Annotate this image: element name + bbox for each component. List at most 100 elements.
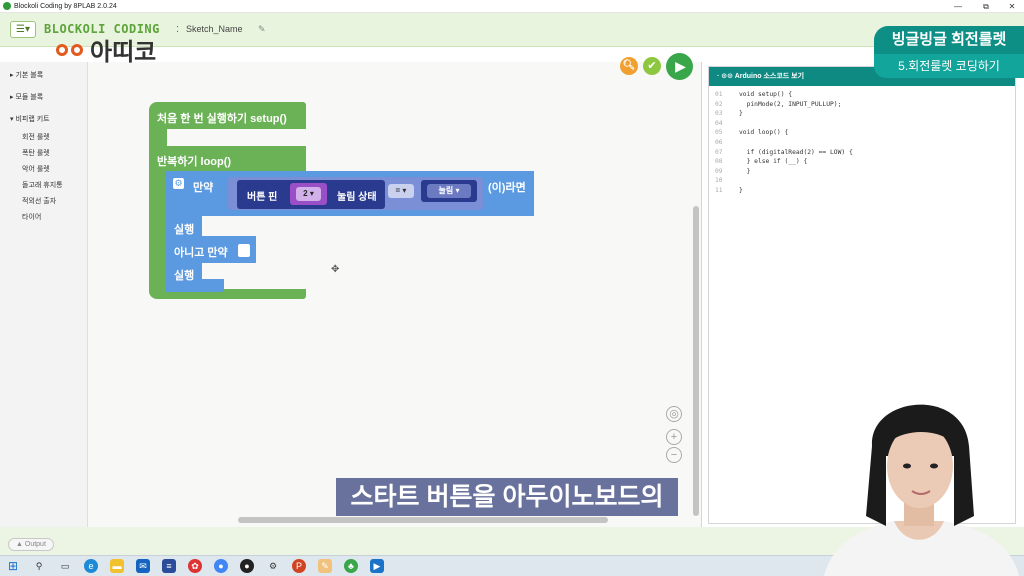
zoom-in-button[interactable]: + bbox=[666, 429, 682, 445]
presenter-webcam bbox=[824, 404, 1019, 576]
lesson-title: 빙글빙글 회전룰렛 bbox=[874, 26, 1024, 54]
sidebar-group-module[interactable]: ▸ 모듈 블록 bbox=[10, 92, 43, 102]
workspace-horizontal-scrollbar[interactable] bbox=[238, 517, 608, 523]
sidebar-item-crocodile-roulette[interactable]: 악어 룰렛 bbox=[22, 164, 50, 174]
sidebar-group-label: 모듈 블록 bbox=[15, 94, 44, 101]
plus-icon: + bbox=[670, 431, 678, 443]
sidebar-group-label: 기본 블록 bbox=[15, 72, 44, 79]
move-cursor-icon: ✥ bbox=[331, 264, 340, 275]
search-code-button[interactable]: 🔍︎ bbox=[620, 57, 638, 75]
settings-icon[interactable]: ⚙ bbox=[266, 559, 280, 573]
search-icon: 🔍︎ bbox=[622, 60, 636, 71]
button-pin-label: 버튼 핀 bbox=[247, 192, 278, 203]
operator-dropdown[interactable]: = ▾ bbox=[388, 184, 414, 198]
sidebar-group-kit[interactable]: ▾ 비피랩 키트 bbox=[10, 114, 50, 124]
upload-button[interactable]: ▶ bbox=[666, 53, 693, 80]
else-if-input-slot[interactable] bbox=[238, 244, 250, 257]
code-text: } else if (__) { bbox=[739, 158, 808, 166]
watermark-text: 아띠코 bbox=[90, 37, 157, 66]
setup-block-label: 처음 한 번 실행하기 setup() bbox=[157, 113, 287, 125]
file-explorer-icon[interactable]: ▬ bbox=[110, 559, 124, 573]
code-line: 03} bbox=[715, 110, 743, 117]
line-number: 06 bbox=[715, 139, 723, 146]
code-line: 05 void loop() { bbox=[715, 129, 788, 136]
sidebar-item-dolphin-trashcan[interactable]: 돌고래 휴지통 bbox=[22, 180, 63, 190]
zoom-out-button[interactable]: − bbox=[666, 447, 682, 463]
code-panel-title: Arduino 소스코드 보기 bbox=[734, 73, 805, 80]
mail-icon[interactable]: ✉ bbox=[136, 559, 150, 573]
channel-watermark: 아띠코 bbox=[56, 34, 157, 66]
code-text: if (digitalRead(2) == LOW) { bbox=[739, 148, 853, 156]
code-text: void loop() { bbox=[739, 129, 789, 137]
workspace-vertical-scrollbar[interactable] bbox=[693, 206, 699, 516]
code-line: 06 bbox=[715, 139, 739, 146]
lesson-subtitle: 5.회전룰렛 코딩하기 bbox=[874, 54, 1024, 78]
app-icon[interactable]: ● bbox=[240, 559, 254, 573]
windows-start-icon[interactable]: ⊞ bbox=[6, 559, 20, 573]
block-category-sidebar: ▸ 기본 블록 ▸ 모듈 블록 ▾ 비피랩 키트 회전 룰렛 폭탄 룰렛 악어 … bbox=[0, 62, 88, 527]
sidebar-group-basic[interactable]: ▸ 기본 블록 bbox=[10, 70, 43, 80]
powerpoint-icon[interactable]: P bbox=[292, 559, 306, 573]
code-line: 04 bbox=[715, 120, 739, 127]
code-line: 08 } else if (__) { bbox=[715, 158, 807, 165]
line-number: 08 bbox=[715, 158, 723, 166]
minimize-button[interactable]: — bbox=[944, 0, 972, 13]
app-icon[interactable]: ✿ bbox=[188, 559, 202, 573]
pin-dropdown[interactable]: 2 ▾ bbox=[296, 187, 321, 201]
edge-icon[interactable]: e bbox=[84, 559, 98, 573]
button-state-block[interactable]: 버튼 핀 2 ▾ 눌림 상태 bbox=[237, 180, 385, 209]
target-icon: ◎ bbox=[669, 408, 679, 420]
restore-button[interactable]: ⧉ bbox=[972, 0, 1000, 13]
close-button[interactable]: ✕ bbox=[998, 0, 1024, 13]
line-number: 10 bbox=[715, 177, 723, 185]
line-number: 07 bbox=[715, 148, 723, 156]
code-text: pinMode(2, INPUT_PULLUP); bbox=[739, 100, 842, 108]
blockoli-icon[interactable]: ♣ bbox=[344, 559, 358, 573]
do-label-1: 실행 bbox=[174, 224, 195, 236]
state-dropdown[interactable]: 눌림 ▾ bbox=[427, 184, 471, 198]
sidebar-item-rotate-roulette[interactable]: 회전 룰렛 bbox=[22, 132, 50, 142]
sidebar-item-bomb-roulette[interactable]: 폭탄 룰렛 bbox=[22, 148, 50, 158]
line-number: 09 bbox=[715, 167, 723, 175]
code-line: 02 pinMode(2, INPUT_PULLUP); bbox=[715, 101, 841, 108]
play-icon: ▶ bbox=[675, 58, 686, 74]
window-titlebar: Blockoli Coding by 8PLAB 2.0.24 — ⧉ ✕ bbox=[0, 0, 1024, 13]
chrome-icon[interactable]: ● bbox=[214, 559, 228, 573]
app-icon[interactable]: ≡ bbox=[162, 559, 176, 573]
menu-button[interactable]: ☰▾ bbox=[10, 21, 36, 38]
search-icon[interactable]: ⚲ bbox=[32, 559, 46, 573]
line-number: 05 bbox=[715, 129, 723, 137]
video-icon[interactable]: ▶ bbox=[370, 559, 384, 573]
pressed-value-block[interactable]: 눌림 ▾ bbox=[421, 180, 477, 202]
code-line: 01 void setup() { bbox=[715, 91, 792, 98]
window-title: Blockoli Coding by 8PLAB 2.0.24 bbox=[14, 2, 117, 10]
sidebar-item-tire[interactable]: 타이어 bbox=[22, 212, 41, 222]
title-separator: : bbox=[176, 23, 180, 35]
verify-button[interactable]: ✔ bbox=[643, 57, 661, 75]
edit-name-icon[interactable]: ✎ bbox=[258, 24, 266, 35]
do-label-2: 실행 bbox=[174, 270, 195, 282]
else-if-label: 아니고 만약 bbox=[174, 247, 228, 259]
app-icon bbox=[3, 2, 11, 10]
then-label: (이)라면 bbox=[488, 182, 526, 194]
recenter-button[interactable]: ◎ bbox=[666, 406, 682, 422]
gear-icon[interactable]: ⚙ bbox=[173, 178, 184, 189]
code-text: } bbox=[739, 167, 751, 175]
line-number: 03 bbox=[715, 110, 723, 118]
setup-block[interactable]: 처음 한 번 실행하기 setup() bbox=[149, 102, 306, 154]
watermark-glasses-icon bbox=[56, 38, 86, 60]
task-view-icon[interactable]: ▭ bbox=[58, 559, 72, 573]
loop-block-label: 반복하기 loop() bbox=[157, 156, 232, 168]
paint-icon[interactable]: ✎ bbox=[318, 559, 332, 573]
minus-icon: − bbox=[670, 449, 678, 461]
line-number: 02 bbox=[715, 100, 723, 108]
code-text: } bbox=[739, 187, 743, 194]
check-icon: ✔ bbox=[647, 60, 657, 72]
press-state-label: 눌림 상태 bbox=[337, 192, 377, 203]
output-toggle-button[interactable]: ▲ Output bbox=[8, 538, 54, 551]
sidebar-group-label: 비피랩 키트 bbox=[15, 116, 50, 123]
if-label: 만약 bbox=[193, 182, 214, 194]
sketch-name[interactable]: Sketch_Name bbox=[186, 24, 243, 34]
code-line: 10 bbox=[715, 177, 739, 184]
sidebar-item-infrared[interactable]: 적외선 출자 bbox=[22, 196, 56, 206]
